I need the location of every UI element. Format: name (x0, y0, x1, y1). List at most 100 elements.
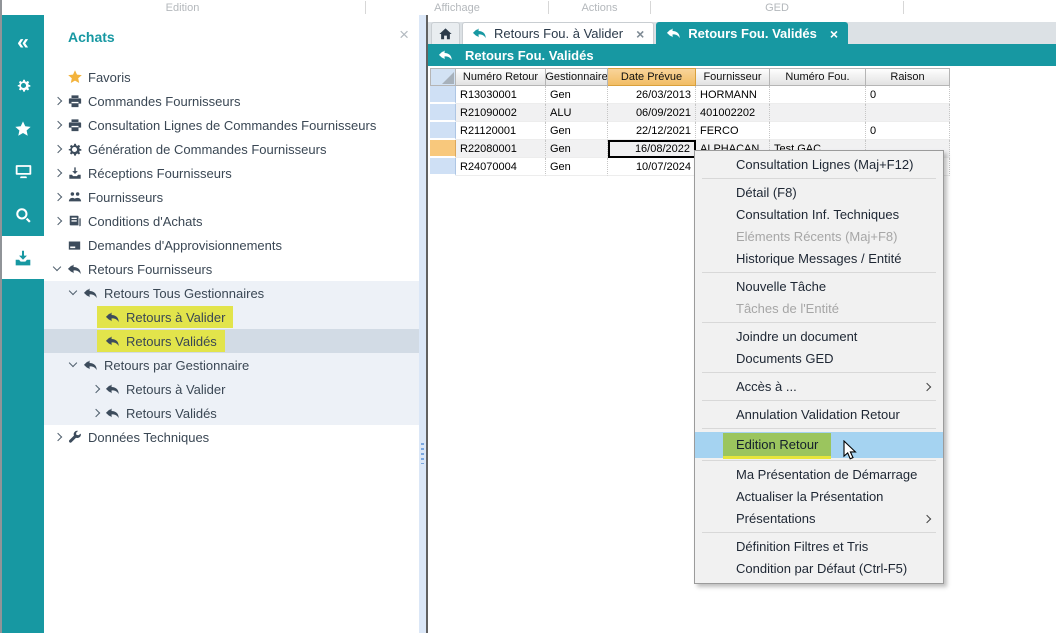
table-cell[interactable]: Gen (546, 86, 608, 104)
rail-item[interactable] (2, 107, 44, 150)
sidebar-item[interactable]: Retours à Valider (44, 305, 419, 329)
table-cell[interactable]: R21120001 (456, 122, 546, 140)
chevron-right-icon[interactable] (50, 141, 66, 157)
table-row[interactable]: R21120001Gen22/12/2021FERCO 0 (430, 122, 950, 140)
table-cell[interactable] (866, 104, 950, 122)
sidebar-item[interactable]: Données Techniques (44, 425, 419, 449)
sidebar-item-label: Retours Fournisseurs (88, 262, 212, 277)
menu-item[interactable]: Définition Filtres et Tris (695, 536, 943, 558)
sidebar-item[interactable]: Favoris (44, 65, 419, 89)
table-cell[interactable]: Gen (546, 158, 608, 176)
tab-close-icon[interactable]: × (636, 26, 644, 42)
sidebar-item[interactable]: Réceptions Fournisseurs (44, 161, 419, 185)
column-header[interactable]: Gestionnaire (546, 68, 608, 86)
menu-item[interactable]: Consultation Inf. Techniques (695, 204, 943, 226)
menu-item[interactable]: Annulation Validation Retour (695, 404, 943, 426)
chevron-right-icon[interactable] (50, 93, 66, 109)
reply-icon (472, 26, 487, 41)
table-cell[interactable]: 10/07/2024 (608, 158, 696, 176)
column-header[interactable]: Fournisseur (696, 68, 770, 86)
menu-item[interactable]: Accès à ... (695, 376, 943, 398)
menu-item[interactable]: Edition Retour (695, 432, 943, 458)
sidebar-item-label: Commandes Fournisseurs (88, 94, 240, 109)
chevron-down-icon[interactable] (66, 357, 82, 373)
table-cell[interactable]: 0 (866, 86, 950, 104)
menu-item[interactable]: Ma Présentation de Démarrage (695, 464, 943, 486)
table-cell[interactable] (770, 122, 866, 140)
sidebar-item[interactable]: Fournisseurs (44, 185, 419, 209)
sidebar-item[interactable]: Retours Fournisseurs (44, 257, 419, 281)
table-cell[interactable]: 16/08/2022 (608, 140, 696, 158)
chevron-right-icon[interactable] (88, 381, 104, 397)
menu-item[interactable]: Nouvelle Tâche (695, 276, 943, 298)
table-cell[interactable]: 22/12/2021 (608, 122, 696, 140)
rail-item[interactable] (2, 150, 44, 193)
chevron-right-icon[interactable] (50, 429, 66, 445)
menu-item[interactable]: Consultation Lignes (Maj+F12) (695, 154, 943, 176)
column-header[interactable]: Numéro Retour (456, 68, 546, 86)
menu-separator (702, 428, 936, 429)
tab-active[interactable]: Retours Fou. Validés× (656, 22, 848, 44)
chevron-down-icon[interactable] (66, 285, 82, 301)
table-cell[interactable] (770, 104, 866, 122)
tab-close-icon[interactable]: × (830, 26, 838, 42)
table-row[interactable]: R13030001Gen26/03/2013HORMANN 0 (430, 86, 950, 104)
table-cell[interactable]: R13030001 (456, 86, 546, 104)
table-cell[interactable]: HORMANN (696, 86, 770, 104)
chevron-right-icon[interactable] (88, 405, 104, 421)
row-selector-cell[interactable] (430, 86, 456, 104)
rail-item[interactable] (2, 236, 44, 279)
table-cell[interactable]: 06/09/2021 (608, 104, 696, 122)
sidebar-close-icon[interactable]: × (399, 25, 409, 45)
table-cell[interactable]: Gen (546, 140, 608, 158)
table-cell[interactable]: R21090002 (456, 104, 546, 122)
chevron-right-icon[interactable] (50, 189, 66, 205)
sidebar-item[interactable]: Conditions d'Achats (44, 209, 419, 233)
sidebar-item[interactable]: Commandes Fournisseurs (44, 89, 419, 113)
chevron-right-icon[interactable] (50, 213, 66, 229)
table-cell[interactable]: 26/03/2013 (608, 86, 696, 104)
table-cell[interactable]: FERCO (696, 122, 770, 140)
row-selector-cell[interactable] (430, 104, 456, 122)
row-selector-cell[interactable] (430, 140, 456, 158)
menu-item[interactable]: Historique Messages / Entité (695, 248, 943, 270)
menu-item[interactable]: Actualiser la Présentation (695, 486, 943, 508)
table-cell[interactable] (770, 86, 866, 104)
column-header[interactable]: Numéro Fou. (770, 68, 866, 86)
sidebar-item-label: Retours Tous Gestionnaires (104, 286, 264, 301)
table-cell[interactable]: Gen (546, 122, 608, 140)
tab-home[interactable] (431, 22, 460, 44)
sidebar-item[interactable]: Retours par Gestionnaire (44, 353, 419, 377)
column-header[interactable]: Raison (866, 68, 950, 86)
chevron-down-icon[interactable] (50, 261, 66, 277)
sidebar-item[interactable]: Retours Validés (44, 401, 419, 425)
rail-item[interactable] (2, 64, 44, 107)
column-header[interactable]: Date Prévue (608, 68, 696, 86)
table-row[interactable]: R21090002ALU06/09/2021401002202 (430, 104, 950, 122)
sidebar-item[interactable]: Retours Tous Gestionnaires (44, 281, 419, 305)
sidebar-item[interactable]: Génération de Commandes Fournisseurs (44, 137, 419, 161)
select-all-header[interactable] (430, 68, 456, 86)
table-cell[interactable]: ALU (546, 104, 608, 122)
tab-inactive[interactable]: Retours Fou. à Valider× (462, 22, 654, 44)
menu-item[interactable]: Condition par Défaut (Ctrl-F5) (695, 558, 943, 580)
rail-item[interactable] (2, 193, 44, 236)
menu-item[interactable]: Joindre un document (695, 326, 943, 348)
chevron-right-icon[interactable] (50, 165, 66, 181)
table-cell[interactable]: R22080001 (456, 140, 546, 158)
sidebar-scrollbar[interactable] (419, 15, 426, 633)
chevron-right-icon[interactable] (50, 117, 66, 133)
sidebar-item[interactable]: Retours à Valider (44, 377, 419, 401)
menu-item[interactable]: Présentations (695, 508, 943, 530)
row-selector-cell[interactable] (430, 158, 456, 176)
table-cell[interactable]: 401002202 (696, 104, 770, 122)
sidebar-item[interactable]: Consultation Lignes de Commandes Fournis… (44, 113, 419, 137)
table-cell[interactable]: 0 (866, 122, 950, 140)
row-selector-cell[interactable] (430, 122, 456, 140)
menu-item[interactable]: Détail (F8) (695, 182, 943, 204)
rail-item[interactable]: « (2, 21, 44, 64)
sidebar-item[interactable]: Demandes d'Approvisionnements (44, 233, 419, 257)
sidebar-item[interactable]: Retours Validés (44, 329, 419, 353)
menu-item[interactable]: Documents GED (695, 348, 943, 370)
table-cell[interactable]: R24070004 (456, 158, 546, 176)
